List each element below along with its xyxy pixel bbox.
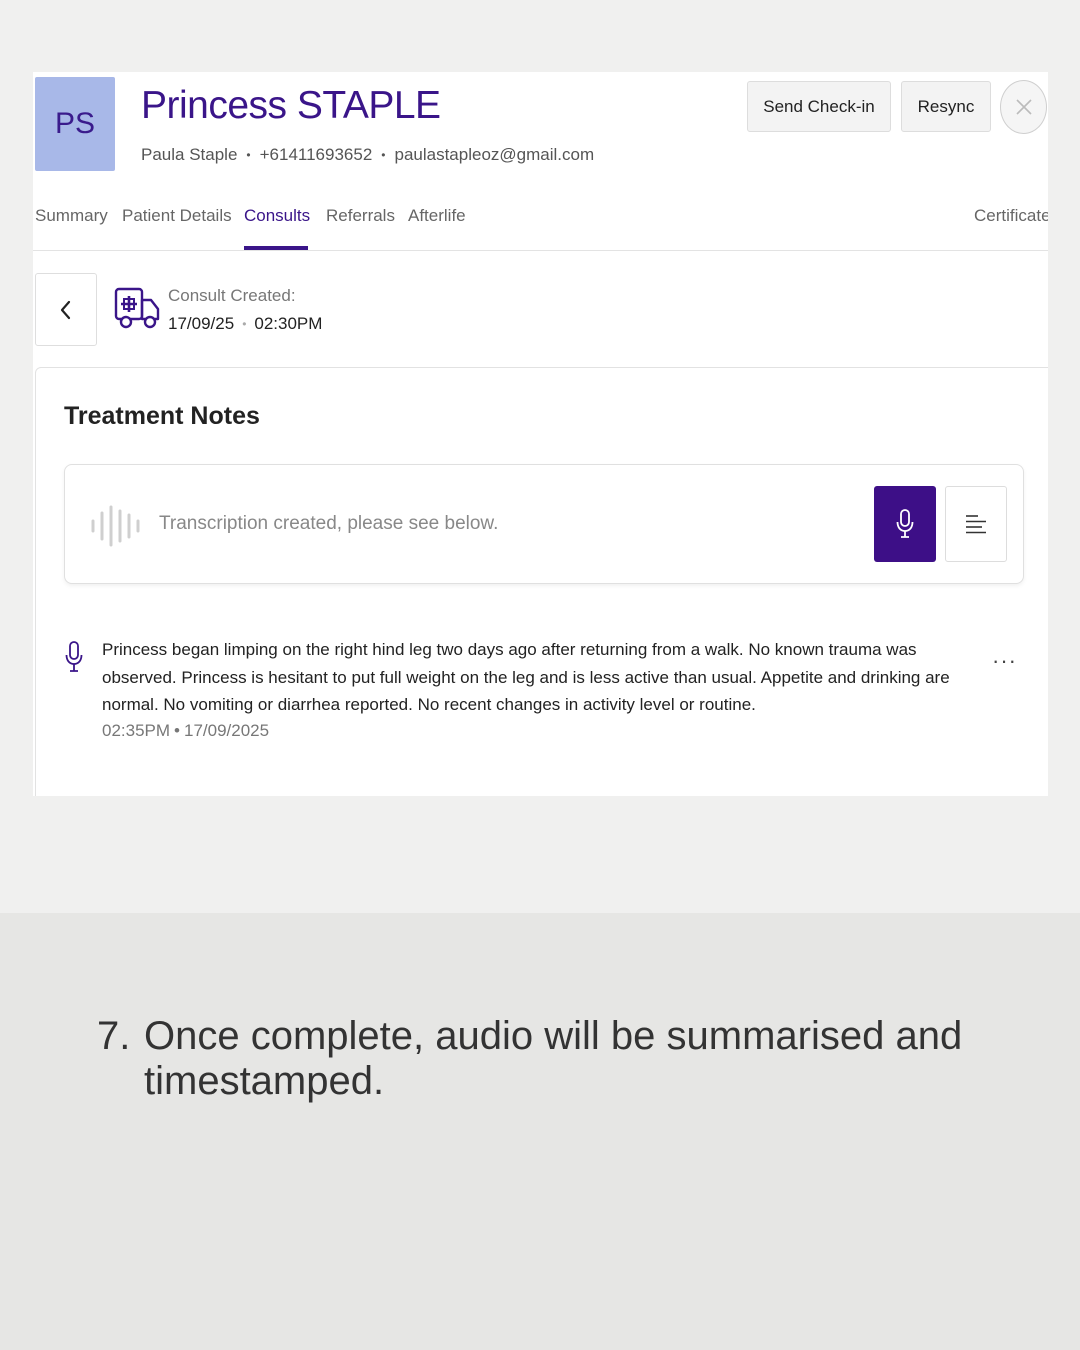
consult-date: 17/09/25 — [168, 314, 235, 333]
tab-afterlife[interactable]: Afterlife — [408, 206, 466, 226]
tab-patient-details[interactable]: Patient Details — [122, 206, 232, 226]
note-timestamp: 02:35PM • 17/09/2025 — [102, 721, 269, 741]
waveform-icon — [91, 505, 140, 547]
meta-separator: • — [246, 148, 251, 162]
tab-referrals[interactable]: Referrals — [326, 206, 395, 226]
microphone-icon — [896, 509, 914, 538]
owner-phone[interactable]: +61411693652 — [260, 145, 373, 165]
consult-created-label: Consult Created: — [168, 286, 296, 305]
note-text: Princess began limping on the right hind… — [102, 640, 950, 714]
avatar-initials: PS — [54, 107, 96, 140]
patient-card: PS Princess STAPLE Paula Staple • +61411… — [33, 72, 1048, 796]
close-button[interactable] — [1000, 80, 1047, 134]
ambulance-icon — [114, 287, 160, 329]
back-button[interactable] — [35, 273, 97, 346]
tab-summary[interactable]: Summary — [35, 206, 108, 226]
text-align-icon — [966, 515, 986, 534]
resync-button[interactable]: Resync — [901, 81, 991, 132]
transcription-box: Transcription created, please see below. — [64, 464, 1024, 584]
patient-meta: Paula Staple • +61411693652 • paulastapl… — [141, 145, 594, 165]
caption-text: Once complete, audio will be summarised … — [144, 1014, 963, 1103]
note-date: 17/09/2025 — [184, 721, 270, 740]
tab-bar: Summary Patient Details Consults Referra… — [33, 198, 1048, 251]
note-separator: • — [174, 721, 180, 740]
patient-name: Princess STAPLE — [141, 84, 441, 127]
owner-name: Paula Staple — [141, 145, 238, 164]
send-checkin-button[interactable]: Send Check-in — [747, 81, 891, 132]
active-tab-indicator — [244, 246, 308, 250]
caption-background — [0, 913, 1080, 1350]
record-button[interactable] — [874, 486, 936, 562]
note-time: 02:35PM — [102, 721, 171, 740]
meta-separator: • — [381, 148, 386, 162]
tab-certificate[interactable]: Certificate — [974, 206, 1048, 226]
consult-datetime: 17/09/25 • 02:30PM — [168, 314, 322, 334]
datetime-separator: • — [242, 317, 247, 331]
consult-time: 02:30PM — [254, 314, 323, 333]
text-format-button[interactable] — [945, 486, 1007, 562]
caption-number: 7. — [97, 1014, 131, 1058]
treatment-notes-title: Treatment Notes — [64, 402, 260, 430]
transcription-status: Transcription created, please see below. — [159, 513, 499, 534]
close-icon — [1015, 99, 1032, 115]
treatment-notes-panel: Treatment Notes Transcription created, p… — [35, 367, 1048, 796]
tab-consults[interactable]: Consults — [244, 206, 310, 226]
owner-email[interactable]: paulastapleoz@gmail.com — [394, 145, 594, 165]
microphone-icon — [65, 641, 83, 672]
avatar: PS — [35, 77, 115, 171]
chevron-left-icon — [60, 300, 71, 319]
more-horizontal-icon[interactable]: ··· — [992, 648, 1017, 674]
